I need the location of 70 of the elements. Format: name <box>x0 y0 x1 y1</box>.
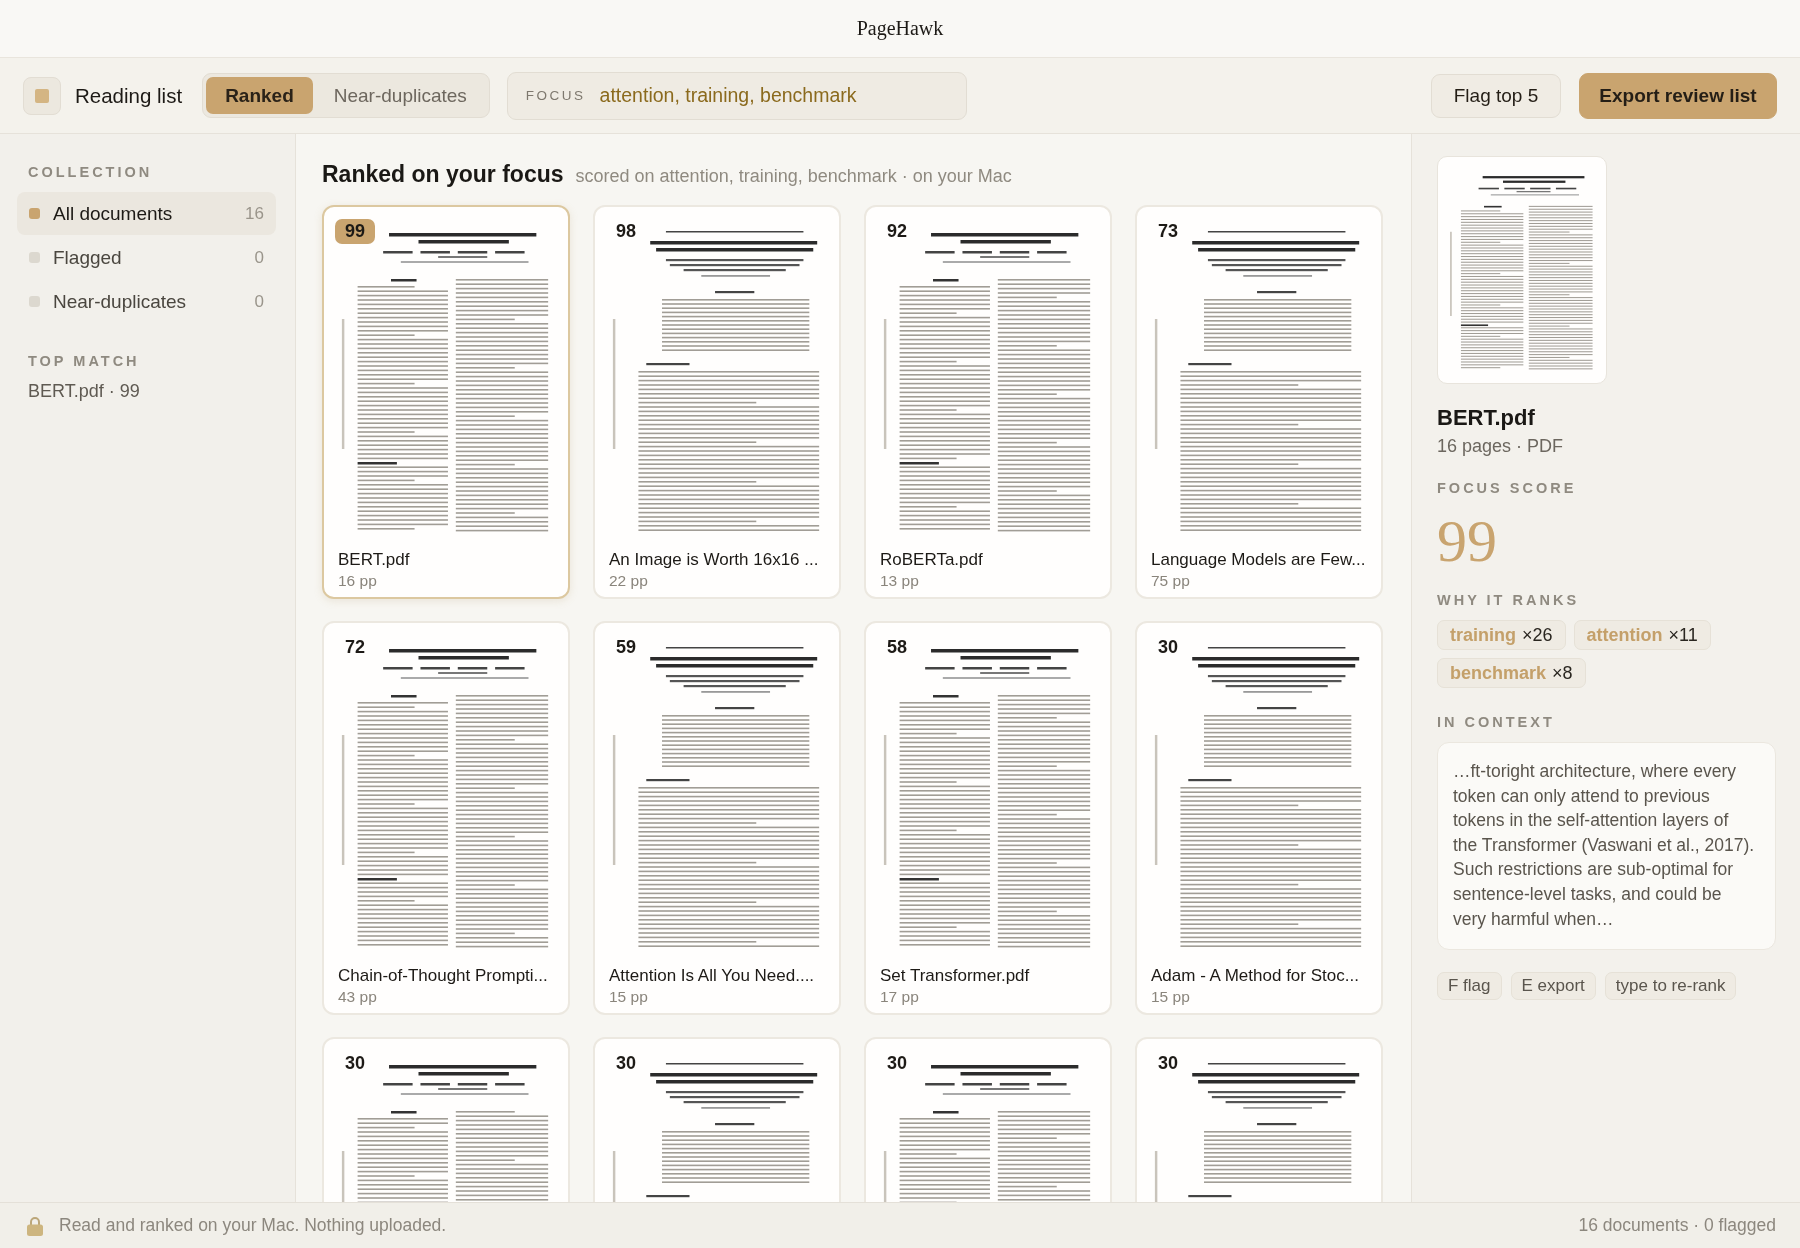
page-count: 15 pp <box>609 987 649 1007</box>
section-label: FOCUS SCORE <box>1437 480 1578 496</box>
status-summary: 16 documents · 0 flagged <box>1578 1215 1776 1236</box>
page-subtitle: scored on attention, training, benchmark · on your Mac <box>575 166 1012 187</box>
page-count: 16 pp <box>338 571 378 591</box>
page-count: 22 pp <box>609 571 649 591</box>
context-excerpt: …ft-toright architecture, where every token can only attend to previous tokens in the self-attention layers of the Transformer (Vaswani et al., 2017). Such restrictions are sub-optimal for sentence-level tasks, and could be very harmful when… <box>1437 742 1776 951</box>
sidebar-item[interactable]: Flagged 0 <box>17 236 276 279</box>
document-card[interactable]: 30 <box>322 1037 570 1202</box>
document-title: An Image is Worth 16x16 ... <box>609 549 820 571</box>
document-card[interactable]: 30 <box>593 1037 841 1202</box>
shortcut-hint: type to re-rank <box>1604 972 1737 1001</box>
square-bullet-icon <box>29 208 40 219</box>
focus-field[interactable]: FOCUS attention, training, benchmark <box>506 71 967 120</box>
sidebar-item[interactable]: All documents 16 <box>17 192 276 235</box>
section-label: IN CONTEXT <box>1437 714 1556 730</box>
flag-button[interactable]: Flag top 5 <box>1431 73 1561 118</box>
sidebar-item[interactable]: Near-duplicates 0 <box>17 280 276 323</box>
document-card[interactable]: 30 Adam - A Method for Stoc... 15 pp <box>1135 621 1383 1015</box>
toolbar-button[interactable] <box>23 76 61 115</box>
document-title: RoBERTa.pdf <box>880 549 984 571</box>
document-card[interactable]: 73 Language Models are Few... 75 pp <box>1135 205 1383 599</box>
lock-icon <box>27 1215 43 1236</box>
export-button[interactable]: Export review list <box>1579 72 1777 119</box>
document-card[interactable]: 58 Set Transformer.pdf 17 pp <box>864 621 1112 1015</box>
document-card[interactable]: 92 RoBERTa.pdf 13 pp <box>864 205 1112 599</box>
top-match-link[interactable]: BERT.pdf · 99 <box>28 381 276 402</box>
document-title: Language Models are Few... <box>1151 549 1367 571</box>
shortcut-hint: F flag <box>1437 972 1502 1001</box>
document-card[interactable]: 99 BERT.pdf 16 pp <box>322 205 570 599</box>
window-title: PageHawk <box>856 17 944 40</box>
document-card[interactable]: 59 Attention Is All You Need.... 15 pp <box>593 621 841 1015</box>
view-tab[interactable]: Ranked <box>206 77 313 114</box>
focus-input[interactable]: attention, training, benchmark <box>599 80 948 111</box>
document-title: Set Transformer.pdf <box>880 965 1031 987</box>
item-count: 16 <box>245 203 264 224</box>
toolbar-title: Reading list <box>75 83 183 108</box>
document-title: Chain-of-Thought Prompti... <box>338 965 549 987</box>
document-card[interactable]: 30 <box>864 1037 1112 1202</box>
status-text: Read and ranked on your Mac. Nothing uploaded. <box>59 1215 447 1236</box>
document-title: Adam - A Method for Stoc... <box>1151 965 1360 987</box>
page-count: 13 pp <box>880 571 920 591</box>
document-card[interactable]: 30 <box>1135 1037 1383 1202</box>
page-count: 43 pp <box>338 987 378 1007</box>
keyword-tag: benchmark ×8 <box>1437 658 1586 688</box>
document-title: BERT.pdf <box>338 549 411 571</box>
page-count: 17 pp <box>880 987 920 1007</box>
document-card[interactable]: 72 Chain-of-Thought Prompti... 43 pp <box>322 621 570 1015</box>
item-count: 0 <box>254 247 264 268</box>
section-label: COLLECTION <box>28 164 154 180</box>
square-bullet-icon <box>29 252 40 263</box>
shortcut-hint: E export <box>1510 972 1596 1001</box>
field-label: FOCUS <box>525 88 586 103</box>
document-meta: 16 pages · PDF <box>1437 435 1565 458</box>
document-title: Attention Is All You Need.... <box>609 965 816 987</box>
keyword-tag: training ×26 <box>1437 620 1566 650</box>
focus-score: 99 <box>1437 512 1498 570</box>
section-label: TOP MATCH <box>28 353 141 369</box>
section-label: WHY IT RANKS <box>1437 592 1581 608</box>
document-title: BERT.pdf <box>1437 404 1536 432</box>
view-tab[interactable]: Near-duplicates <box>314 77 486 114</box>
document-card[interactable]: 98 An Image is Worth 16x16 ... 22 pp <box>593 205 841 599</box>
item-count: 0 <box>254 291 264 312</box>
page-count: 15 pp <box>1151 987 1191 1007</box>
square-bullet-icon <box>29 296 40 307</box>
square-icon <box>35 88 49 103</box>
keyword-tag: attention ×11 <box>1573 620 1711 650</box>
page-heading: Ranked on your focus <box>322 161 564 188</box>
page-count: 75 pp <box>1151 571 1191 591</box>
relevance-score: 99 <box>335 219 376 244</box>
